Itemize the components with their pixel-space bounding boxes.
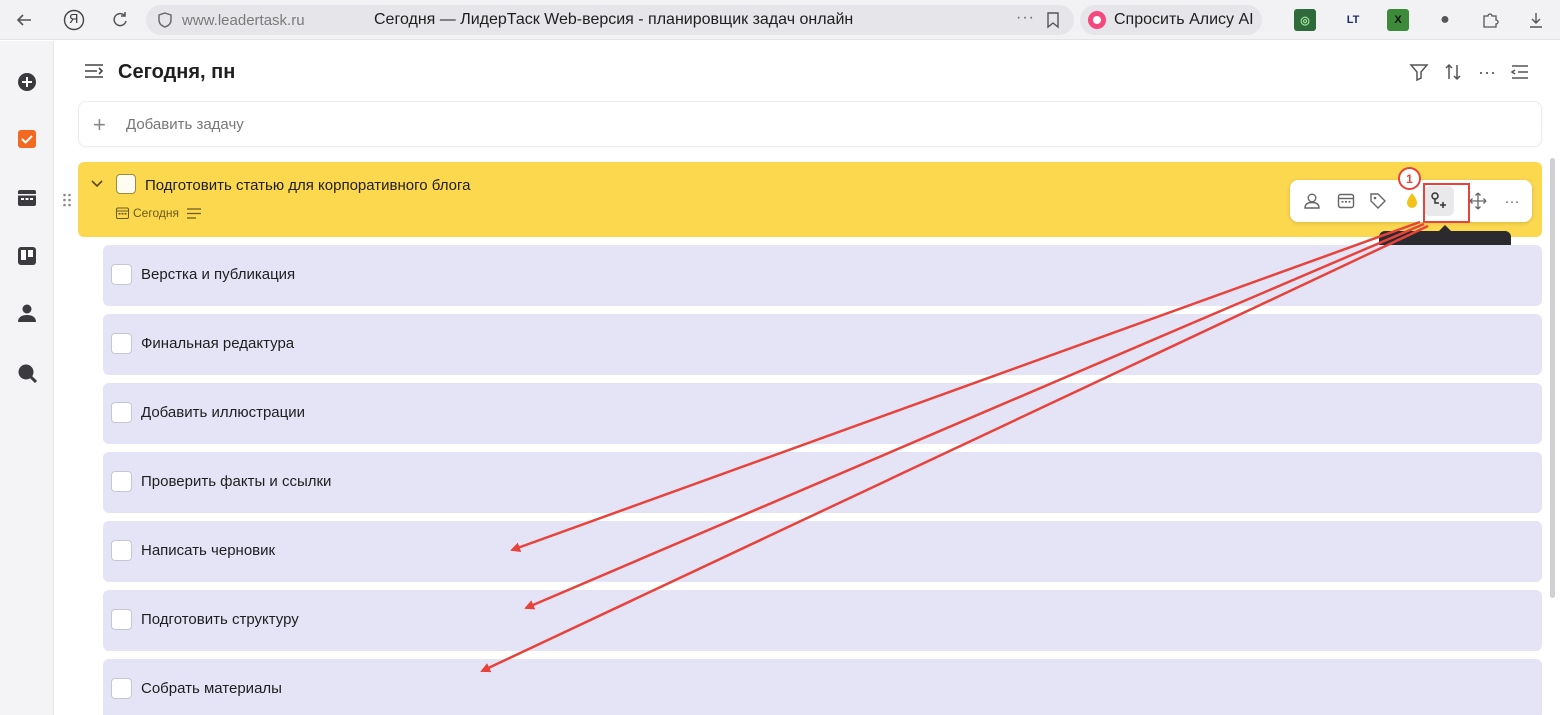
date-icon — [116, 207, 129, 219]
description-icon — [187, 207, 201, 219]
calendar-icon[interactable] — [17, 188, 37, 208]
drag-handle-icon[interactable] — [62, 192, 72, 208]
alice-icon — [1088, 11, 1106, 29]
subtask-name: Проверить факты и ссылки — [141, 473, 332, 490]
subtask-name: Собрать материалы — [141, 680, 282, 697]
chevron-down-icon[interactable] — [90, 177, 104, 191]
subtask-checkbox[interactable] — [111, 609, 132, 630]
download-icon[interactable] — [1525, 9, 1547, 31]
subtask-checkbox[interactable] — [111, 402, 132, 423]
search-icon[interactable] — [17, 363, 37, 383]
assignee-icon[interactable] — [1302, 191, 1322, 211]
subtask-checkbox[interactable] — [111, 264, 132, 285]
color-drop-icon[interactable] — [1402, 191, 1422, 211]
plus-icon: + — [93, 112, 106, 137]
board-icon[interactable] — [17, 246, 37, 266]
subtask-row[interactable]: Верстка и публикация — [103, 245, 1542, 306]
move-icon[interactable] — [1468, 191, 1488, 211]
subtask-row[interactable]: Финальная редактура — [103, 314, 1542, 375]
subtask-row[interactable]: Написать черновик — [103, 521, 1542, 582]
extension-icon[interactable]: ◎ — [1294, 9, 1316, 31]
subtask-row[interactable]: Собрать материалы — [103, 659, 1542, 715]
subtask-row[interactable]: Подготовить структуру — [103, 590, 1542, 651]
main-task-checkbox[interactable] — [116, 174, 136, 194]
browser-toolbar: Я www.leadertask.ru Сегодня — ЛидерТаск … — [0, 0, 1560, 40]
main-task-meta: Сегодня — [116, 206, 201, 220]
bookmark-icon[interactable] — [1044, 11, 1062, 29]
back-icon[interactable] — [12, 8, 36, 32]
reload-icon[interactable] — [108, 8, 132, 32]
menu-icon[interactable] — [83, 61, 105, 81]
extension-lt-icon[interactable]: LT — [1342, 9, 1364, 31]
scrollbar[interactable] — [1550, 158, 1555, 598]
subtask-checkbox[interactable] — [111, 678, 132, 699]
yandex-logo-icon[interactable]: Я — [62, 8, 86, 32]
url-text: www.leadertask.ru — [182, 12, 305, 29]
checkbox-icon[interactable] — [17, 129, 37, 149]
subtask-name: Добавить иллюстрации — [141, 404, 305, 421]
date-icon[interactable] — [1336, 191, 1356, 211]
subtask-checkbox[interactable] — [111, 540, 132, 561]
puzzle-icon[interactable] — [1479, 9, 1501, 31]
filter-icon[interactable] — [1409, 62, 1429, 82]
subtask-checkbox[interactable] — [111, 333, 132, 354]
subtask-name: Написать черновик — [141, 542, 276, 559]
add-circle-icon[interactable] — [17, 72, 37, 92]
alice-label: Спросить Алису AI — [1114, 11, 1254, 28]
left-rail — [0, 41, 54, 715]
page-title: Сегодня, пн — [118, 61, 236, 83]
extension-x-icon[interactable]: X — [1387, 9, 1409, 31]
page-tab-title: Сегодня — ЛидерТаск Web-версия - планиро… — [374, 11, 854, 28]
subtask-name: Верстка и публикация — [141, 266, 296, 283]
main-task-date: Сегодня — [133, 206, 179, 220]
address-bar[interactable]: www.leadertask.ru Сегодня — ЛидерТаск We… — [146, 5, 1074, 35]
step-badge: 1 — [1398, 167, 1421, 190]
add-task-label: Добавить задачу — [126, 116, 244, 133]
yandex-logo-text: Я — [69, 11, 79, 26]
lightbulb-icon[interactable]: ● — [1434, 9, 1456, 31]
tag-icon[interactable] — [1368, 191, 1388, 211]
subtask-name: Финальная редактура — [141, 335, 295, 352]
panel-icon[interactable] — [1510, 62, 1530, 82]
alice-button[interactable]: Спросить Алису AI — [1080, 5, 1262, 35]
add-task-field[interactable]: + Добавить задачу — [78, 101, 1542, 147]
shield-icon — [158, 12, 172, 28]
user-icon[interactable] — [17, 303, 37, 323]
subtask-name: Подготовить структуру — [141, 611, 299, 628]
more-icon[interactable]: ··· — [1502, 191, 1522, 211]
more-icon[interactable]: ··· — [1477, 62, 1497, 82]
sort-icon[interactable] — [1443, 62, 1463, 82]
subtask-row[interactable]: Проверить факты и ссылки — [103, 452, 1542, 513]
subtask-row[interactable]: Добавить иллюстрации — [103, 383, 1542, 444]
highlight-box — [1423, 183, 1470, 223]
main-task-name: Подготовить статью для корпоративного бл… — [145, 177, 471, 194]
more-icon[interactable]: ··· — [1016, 9, 1035, 27]
subtask-checkbox[interactable] — [111, 471, 132, 492]
